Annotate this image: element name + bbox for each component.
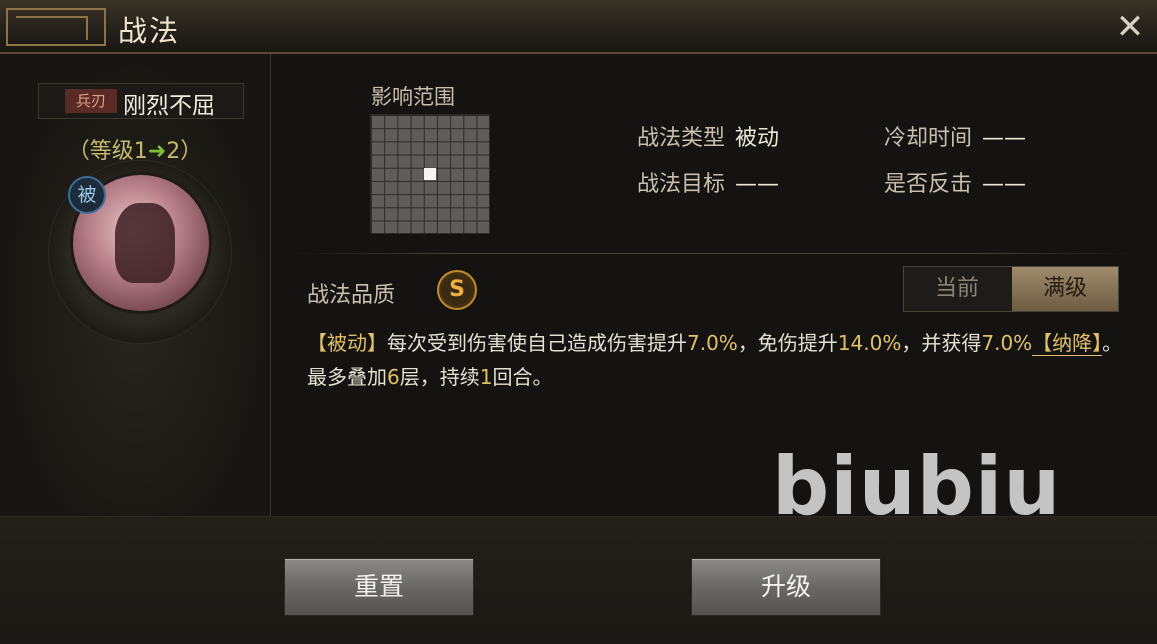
desc-value: 7.0% <box>981 331 1033 355</box>
desc-text: 回合。 <box>492 365 553 389</box>
stat-type-value: 被动 <box>735 126 780 151</box>
stat-target: 战法目标 —— <box>637 166 779 198</box>
quality-grade-badge: S <box>437 270 477 310</box>
skill-name-box: 兵刃 刚烈不屈 <box>38 83 244 119</box>
desc-value: 6 <box>387 365 400 389</box>
stat-type: 战法类型 被动 <box>637 120 779 152</box>
title-ornament-icon <box>6 8 106 46</box>
desc-text: 层，持续 <box>399 365 480 389</box>
desc-value: 14.0% <box>837 331 902 355</box>
stat-target-label: 战法目标 <box>637 172 726 197</box>
toggle-current-button[interactable]: 当前 <box>904 267 1010 311</box>
title-bar: 战法 ✕ <box>0 0 1157 54</box>
close-icon[interactable]: ✕ <box>1113 10 1147 44</box>
range-center-cell <box>424 168 436 180</box>
toggle-max-button[interactable]: 满级 <box>1012 267 1118 311</box>
stat-type-label: 战法类型 <box>637 126 726 151</box>
level-toggle: 当前 满级 <box>903 266 1119 312</box>
stat-counter-label: 是否反击 <box>884 172 973 197</box>
window-title: 战法 <box>118 14 181 48</box>
desc-value: 1 <box>479 365 493 389</box>
reset-button[interactable]: 重置 <box>284 558 474 616</box>
skill-description: 【被动】每次受到伤害使自己造成伤害提升7.0%，免伤提升14.0%，并获得7.0… <box>307 326 1127 394</box>
upgrade-button[interactable]: 升级 <box>691 558 881 616</box>
skill-type-tag: 兵刃 <box>65 89 117 113</box>
skill-name: 刚烈不屈 <box>123 93 215 119</box>
desc-text: ，免伤提升 <box>737 331 838 355</box>
stat-counter: 是否反击 —— <box>884 166 1026 198</box>
desc-text: 每次受到伤害使自己造成伤害提升 <box>387 331 687 355</box>
stat-counter-value: —— <box>982 172 1027 197</box>
desc-status-link[interactable]: 【纳降】 <box>1032 331 1103 356</box>
level-to: 2） <box>166 139 203 164</box>
desc-tag: 【被动】 <box>307 331 387 355</box>
stat-cooldown-value: —— <box>982 126 1027 151</box>
stat-cooldown: 冷却时间 —— <box>884 120 1026 152</box>
rider-silhouette-icon <box>115 203 175 283</box>
stat-cooldown-label: 冷却时间 <box>884 126 973 151</box>
passive-badge: 被 <box>68 176 106 214</box>
desc-value: 7.0% <box>687 331 738 355</box>
quality-label: 战法品质 <box>307 283 396 308</box>
bottom-bar: 重置 升级 <box>0 516 1157 644</box>
desc-text: ，并获得 <box>901 331 982 355</box>
section-divider <box>290 253 1140 254</box>
range-label: 影响范围 <box>371 85 455 109</box>
stat-target-value: —— <box>735 172 780 197</box>
